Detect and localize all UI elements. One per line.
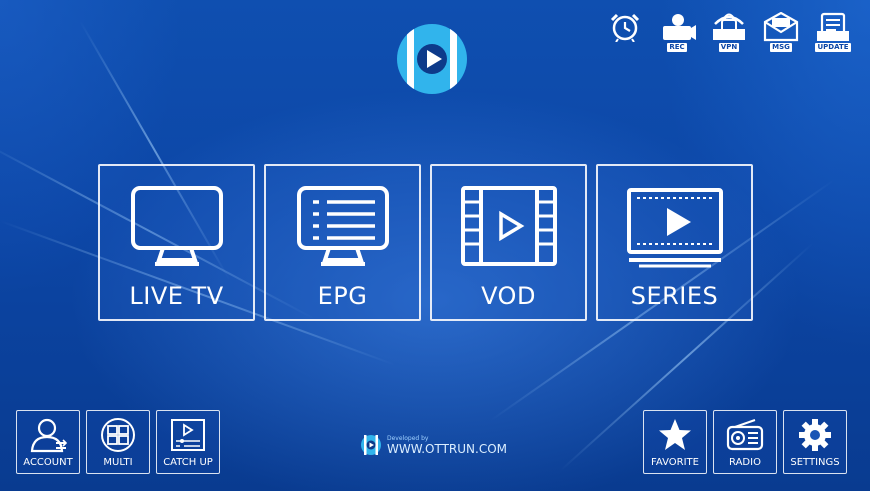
multi-button[interactable]: MULTI <box>86 410 150 474</box>
catch-up-button[interactable]: CATCH UP <box>156 410 220 474</box>
epg-list-icon <box>296 186 389 266</box>
record-button[interactable]: REC <box>658 12 696 52</box>
message-button[interactable]: MSG <box>762 12 800 52</box>
multi-screen-icon <box>101 418 135 452</box>
series-play-icon <box>626 188 723 268</box>
live-tv-label: LIVE TV <box>129 282 224 310</box>
footer-website: WWW.OTTRUN.COM <box>387 441 508 456</box>
vpn-label: VPN <box>718 43 740 52</box>
settings-label: SETTINGS <box>790 457 840 468</box>
message-icon <box>763 12 799 42</box>
live-tv-tile[interactable]: LIVE TV <box>98 164 255 321</box>
footer-logo-icon <box>361 435 381 455</box>
footer-tagline: Developed by <box>387 434 429 442</box>
epg-tile[interactable]: EPG <box>264 164 421 321</box>
vod-tile[interactable]: VOD <box>430 164 587 321</box>
favorite-label: FAVORITE <box>651 457 699 468</box>
radio-button[interactable]: RADIO <box>713 410 777 474</box>
radio-label: RADIO <box>729 457 761 468</box>
account-label: ACCOUNT <box>23 457 73 468</box>
record-icon <box>663 14 696 40</box>
catch-up-label: CATCH UP <box>163 457 213 468</box>
bottom-left-menu: ACCOUNT MULTI CATCH UP <box>16 410 220 474</box>
account-button[interactable]: ACCOUNT <box>16 410 80 474</box>
multi-label: MULTI <box>103 457 133 468</box>
catch-up-icon <box>171 419 205 451</box>
tv-icon <box>130 186 223 266</box>
app-logo <box>397 24 467 94</box>
vod-label: VOD <box>481 282 536 310</box>
top-toolbar: REC VPN MSG UPDATE <box>606 12 852 52</box>
alarm-clock-button[interactable] <box>606 12 644 52</box>
gear-icon <box>799 419 831 451</box>
radio-icon <box>726 419 764 451</box>
record-label: REC <box>667 43 687 52</box>
settings-button[interactable]: SETTINGS <box>783 410 847 474</box>
alarm-clock-icon <box>610 13 640 42</box>
epg-label: EPG <box>317 282 368 310</box>
vpn-button[interactable]: VPN <box>710 12 748 52</box>
star-icon <box>659 419 691 450</box>
bottom-right-menu: FAVORITE RADIO SETTINGS <box>643 410 847 474</box>
update-label: UPDATE <box>815 43 851 52</box>
series-tile[interactable]: SERIES <box>596 164 753 321</box>
favorite-button[interactable]: FAVORITE <box>643 410 707 474</box>
film-play-icon <box>460 186 557 266</box>
message-label: MSG <box>770 43 792 52</box>
account-icon <box>30 418 68 453</box>
update-icon <box>817 12 849 41</box>
vpn-icon <box>713 13 745 40</box>
main-menu: LIVE TV EPG VOD SERIES <box>98 164 753 321</box>
footer-branding: Developed by WWW.OTTRUN.COM <box>360 434 507 456</box>
update-button[interactable]: UPDATE <box>814 12 852 52</box>
series-label: SERIES <box>630 282 719 310</box>
